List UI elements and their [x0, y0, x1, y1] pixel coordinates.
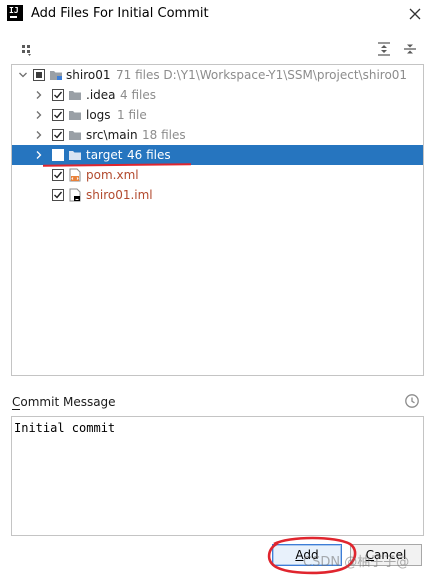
close-icon — [409, 8, 421, 20]
row-meta: 18 files — [142, 128, 186, 142]
dialog-title: Add Files For Initial Commit — [31, 6, 209, 21]
row-name: logs — [86, 108, 111, 122]
row-meta: 46 files — [127, 148, 171, 162]
title-bar: IJ Add Files For Initial Commit — [0, 0, 435, 28]
folder-icon — [69, 151, 81, 160]
chevron-right-icon[interactable] — [33, 109, 45, 121]
folder-icon — [69, 91, 81, 100]
tree-row-src-main[interactable]: src\main 18 files — [12, 125, 423, 145]
row-meta: 4 files — [120, 88, 156, 102]
expand-all-icon[interactable] — [376, 41, 392, 57]
group-by-icon[interactable] — [19, 41, 35, 57]
cancel-label-rest: ancel — [374, 548, 407, 562]
row-name: target — [86, 148, 123, 162]
row-checkbox-target[interactable] — [52, 149, 64, 161]
module-folder-icon — [50, 71, 62, 80]
row-checkbox-shiro01[interactable] — [33, 69, 45, 81]
row-meta: 1 file — [117, 108, 147, 122]
tree-row-logs[interactable]: logs 1 file — [12, 105, 423, 125]
row-meta: 71 files D:\Y1\Workspace-Y1\SSM\project\… — [116, 68, 408, 82]
add-label-rest: dd — [303, 548, 319, 562]
row-checkbox-pom-xml[interactable] — [52, 169, 64, 181]
folder-icon — [69, 131, 81, 140]
chevron-right-icon[interactable] — [33, 149, 45, 161]
row-name: pom.xml — [86, 168, 139, 182]
row-checkbox-shiro01-iml[interactable] — [52, 189, 64, 201]
cancel-button[interactable]: Cancel — [350, 544, 422, 566]
commit-message-input[interactable]: Initial commit — [11, 416, 424, 536]
tree-row-idea[interactable]: .idea 4 files — [12, 85, 423, 105]
row-name: shiro01 — [66, 68, 111, 82]
row-checkbox-logs[interactable] — [52, 109, 64, 121]
chevron-right-icon[interactable] — [33, 89, 45, 101]
chevron-down-icon[interactable] — [17, 69, 29, 81]
iml-file-icon — [69, 188, 81, 202]
tree-row-pom-xml[interactable]: pom.xml — [12, 165, 423, 185]
changes-toolbar — [0, 38, 435, 62]
row-checkbox-idea[interactable] — [52, 89, 64, 101]
row-name: src\main — [86, 128, 138, 142]
xml-file-icon — [69, 168, 81, 182]
row-name: shiro01.iml — [86, 188, 153, 202]
intellij-icon: IJ — [7, 5, 23, 21]
tree-row-target[interactable]: target 46 files — [12, 145, 423, 165]
commit-label-rest: ommit Message — [20, 395, 116, 409]
row-checkbox-src-main[interactable] — [52, 129, 64, 141]
cancel-mnemonic: C — [365, 548, 375, 562]
row-name: .idea — [86, 88, 116, 102]
collapse-all-icon[interactable] — [402, 41, 418, 57]
history-clock-icon[interactable] — [404, 393, 420, 409]
close-button[interactable] — [404, 3, 426, 25]
add-button[interactable]: Add — [272, 544, 342, 566]
chevron-right-icon[interactable] — [33, 129, 45, 141]
folder-icon — [69, 111, 81, 120]
commit-message-label: Commit Message — [12, 395, 116, 409]
changes-tree[interactable]: shiro01 71 files D:\Y1\Workspace-Y1\SSM\… — [11, 64, 424, 376]
mnemonic-underline — [12, 409, 20, 410]
tree-row-shiro01[interactable]: shiro01 71 files D:\Y1\Workspace-Y1\SSM\… — [12, 65, 423, 85]
tree-row-shiro01-iml[interactable]: shiro01.iml — [12, 185, 423, 205]
app-icon-text: IJ — [9, 6, 19, 15]
